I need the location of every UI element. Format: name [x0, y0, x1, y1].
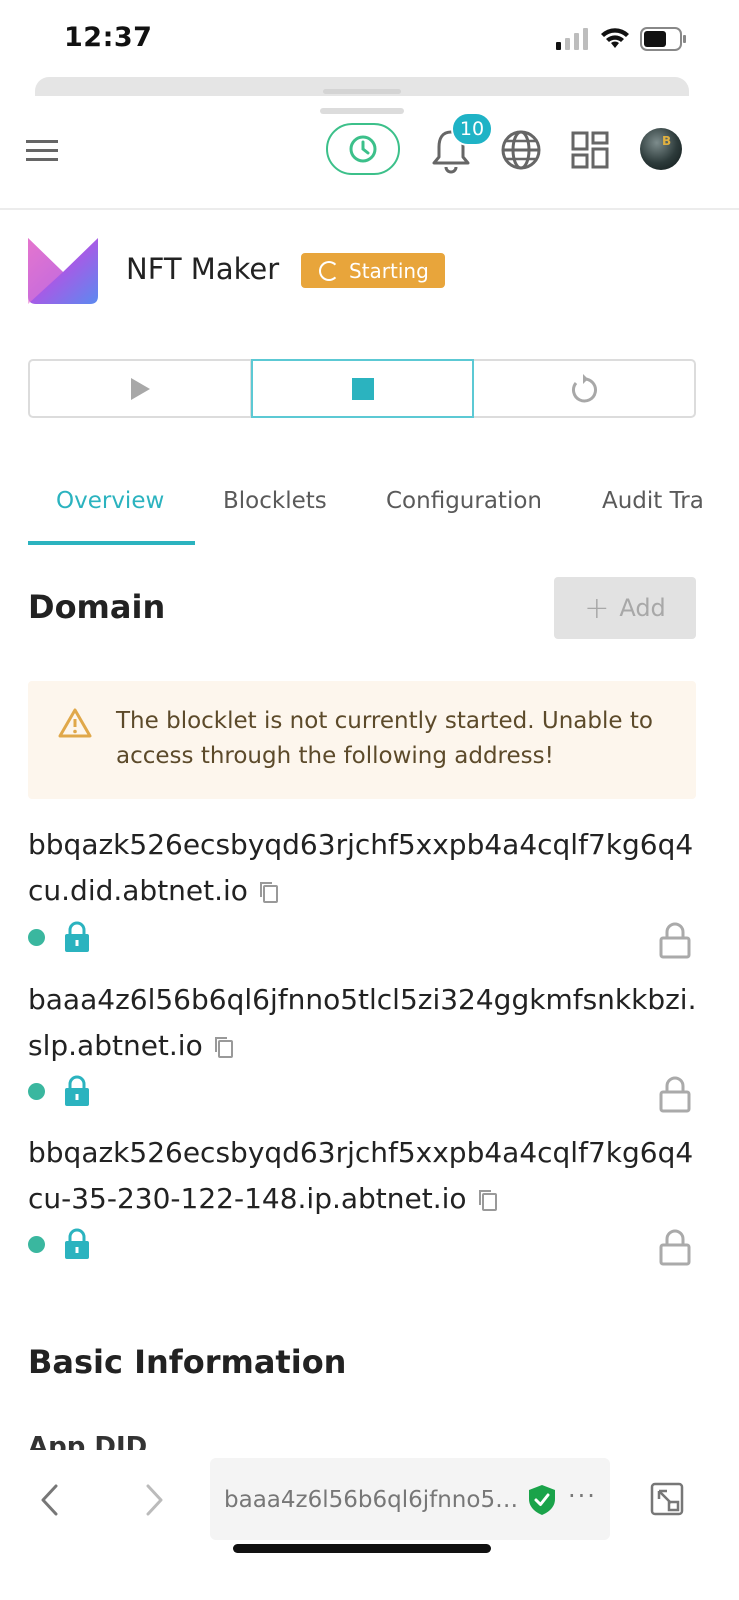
header-grabber[interactable] — [320, 108, 404, 114]
address-bar-url[interactable]: baaa4z6l56b6ql6jfnno5t... — [224, 1487, 524, 1513]
status-time: 12:37 — [64, 22, 153, 53]
avatar[interactable]: B — [640, 128, 682, 170]
status-badge: Starting — [301, 253, 445, 288]
globe-icon[interactable] — [500, 129, 542, 171]
restart-icon — [572, 373, 598, 402]
battery-icon — [640, 27, 686, 51]
tab-audit-trail[interactable]: Audit Tra — [602, 488, 724, 514]
domain-url-item[interactable]: bbqazk526ecsbyqd63rjchf5xxpb4a4cqlf7kg6q… — [28, 1130, 708, 1222]
stop-icon — [351, 377, 374, 400]
status-dot — [28, 1236, 45, 1253]
app-name: NFT Maker — [126, 252, 280, 286]
domain-url-text[interactable]: baaa4z6l56b6ql6jfnno5tlcl5zi324ggkmfsnkk… — [28, 983, 697, 1062]
back-chevron-icon[interactable] — [38, 1484, 62, 1516]
status-dot — [28, 1083, 45, 1100]
app-logo — [28, 238, 98, 304]
domain-url-item[interactable]: baaa4z6l56b6ql6jfnno5tlcl5zi324ggkmfsnkk… — [28, 977, 708, 1069]
add-label: Add — [619, 594, 666, 622]
active-tab-indicator — [28, 541, 195, 545]
tab-overview[interactable]: Overview — [56, 488, 164, 514]
status-label: Starting — [349, 258, 429, 283]
domain-section-title: Domain — [28, 588, 166, 626]
forward-chevron-icon[interactable] — [142, 1484, 166, 1516]
basic-information-title: Basic Information — [28, 1343, 347, 1381]
warning-icon — [58, 708, 92, 738]
lock-icon-secure — [65, 921, 89, 952]
lock-icon[interactable] — [659, 1228, 691, 1266]
lock-icon[interactable] — [659, 921, 691, 959]
signal-icon — [556, 28, 588, 50]
loading-spinner-icon — [319, 260, 339, 281]
home-indicator — [233, 1544, 491, 1553]
lock-icon[interactable] — [659, 1075, 691, 1113]
minimize-window-icon[interactable] — [650, 1482, 684, 1516]
menu-icon[interactable] — [26, 140, 58, 162]
domain-url-text[interactable]: bbqazk526ecsbyqd63rjchf5xxpb4a4cqlf7kg6q… — [28, 1136, 693, 1215]
notification-badge: 10 — [451, 112, 493, 146]
copy-icon[interactable] — [213, 1035, 235, 1059]
history-button[interactable] — [326, 123, 400, 175]
start-button[interactable] — [30, 361, 251, 416]
play-icon — [130, 377, 150, 400]
more-options-icon[interactable]: ··· — [568, 1482, 597, 1510]
wifi-icon — [601, 28, 629, 48]
stop-button[interactable] — [250, 359, 475, 418]
copy-icon[interactable] — [477, 1188, 499, 1212]
warning-text: The blocklet is not currently started. U… — [116, 708, 653, 769]
clock-icon — [349, 135, 377, 163]
lock-icon-secure — [65, 1075, 89, 1106]
sheet-grabber[interactable] — [323, 89, 401, 94]
lock-icon-secure — [65, 1228, 89, 1259]
restart-button[interactable] — [474, 361, 694, 416]
status-dot — [28, 929, 45, 946]
shield-check-icon — [529, 1485, 555, 1515]
tab-configuration[interactable]: Configuration — [386, 488, 542, 514]
apps-grid-icon[interactable] — [571, 131, 609, 169]
tab-blocklets[interactable]: Blocklets — [223, 488, 327, 514]
copy-icon[interactable] — [258, 880, 280, 904]
action-button-group — [28, 359, 696, 418]
domain-url-text[interactable]: bbqazk526ecsbyqd63rjchf5xxpb4a4cqlf7kg6q… — [28, 828, 693, 907]
app-did-label: App DID — [28, 1432, 148, 1450]
plus-icon: + — [584, 590, 610, 626]
domain-url-item[interactable]: bbqazk526ecsbyqd63rjchf5xxpb4a4cqlf7kg6q… — [28, 822, 708, 914]
add-domain-button[interactable]: + Add — [554, 577, 696, 639]
